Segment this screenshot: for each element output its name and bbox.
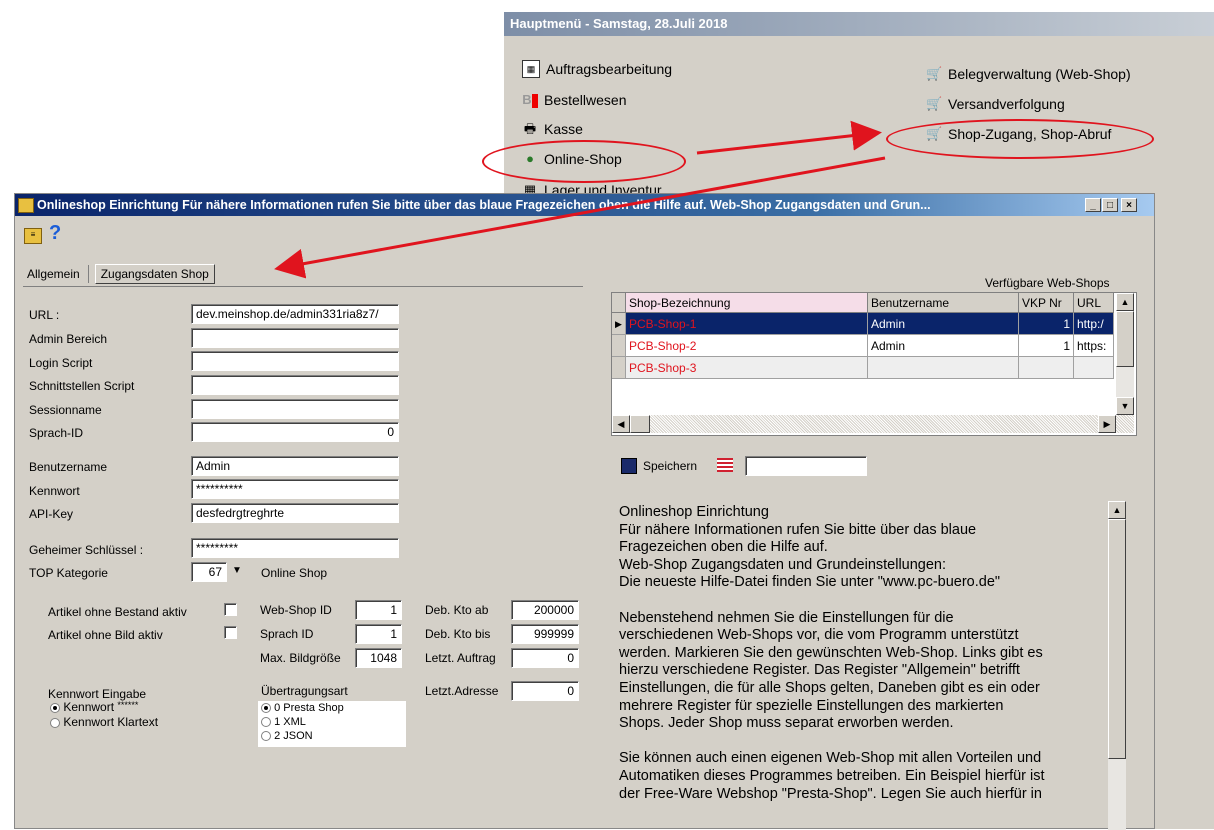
annotation-arrows bbox=[274, 120, 886, 279]
arrow-to-zugangsdaten-tab bbox=[274, 156, 886, 279]
arrow-to-shop-zugang bbox=[696, 120, 882, 155]
